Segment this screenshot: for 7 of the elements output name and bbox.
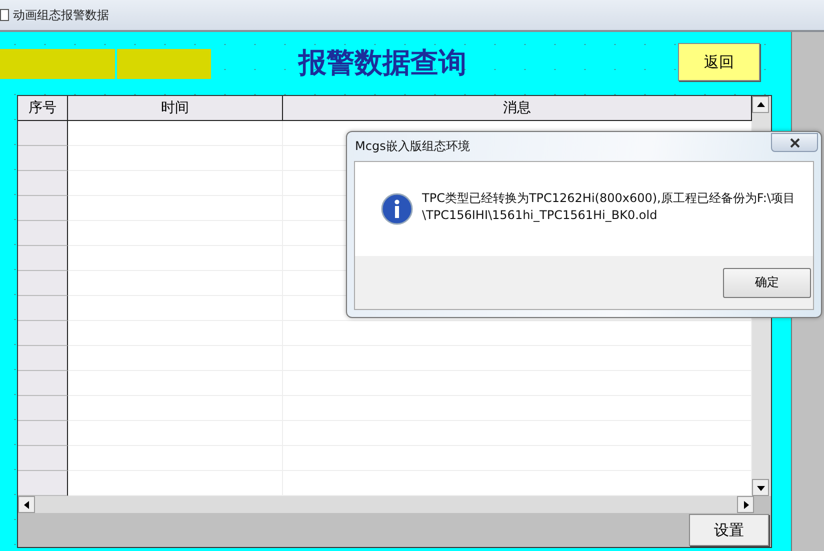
- column-header: 序号: [18, 96, 68, 121]
- dialog-title: Mcgs嵌入版组态环境: [355, 138, 470, 155]
- column-header: 消息: [283, 96, 752, 121]
- window-title: 动画组态报警数据: [13, 6, 109, 24]
- column-header: 时间: [68, 96, 283, 121]
- page-heading: 报警数据查询: [296, 45, 468, 81]
- dialog-message: TPC类型已经转换为TPC1262Hi(800x600),原工程已经备份为F:\项目 \TPC156IHI\1561hi_TPC1561Hi_BK0.old: [422, 190, 795, 224]
